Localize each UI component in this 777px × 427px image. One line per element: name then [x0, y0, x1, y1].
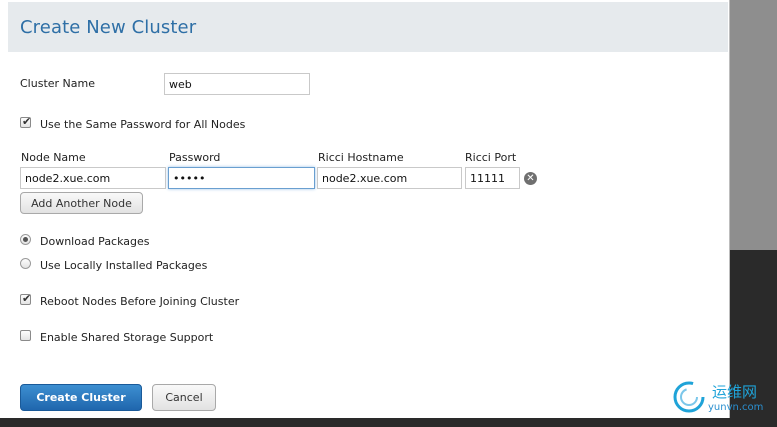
download-packages-label: Download Packages	[40, 235, 150, 248]
column-header-password: Password	[169, 151, 221, 164]
reboot-nodes-checkbox[interactable]: ✔	[20, 292, 32, 305]
watermark-url-text: yunvn.com	[708, 402, 764, 413]
column-header-ricci-hostname: Ricci Hostname	[318, 151, 404, 164]
ricci-port-input[interactable]	[465, 167, 520, 189]
node-name-input[interactable]	[20, 167, 166, 189]
cluster-name-label: Cluster Name	[20, 77, 95, 90]
radio-selected-dot	[23, 237, 28, 242]
cluster-name-input[interactable]	[164, 73, 310, 95]
add-another-node-button[interactable]: Add Another Node	[20, 192, 143, 214]
create-cluster-button[interactable]: Create Cluster	[20, 384, 142, 411]
column-header-ricci-port: Ricci Port	[465, 151, 517, 164]
local-packages-radio[interactable]	[20, 258, 31, 269]
local-packages-label: Use Locally Installed Packages	[40, 259, 208, 272]
checkmark-icon: ✔	[22, 292, 32, 305]
create-cluster-dialog: Create New Cluster Cluster Name ✔ Use th…	[0, 0, 730, 418]
dialog-title: Create New Cluster	[20, 17, 197, 38]
column-header-node-name: Node Name	[21, 151, 86, 164]
cancel-button[interactable]: Cancel	[152, 384, 216, 411]
checkmark-icon: ✔	[22, 115, 32, 128]
download-packages-radio[interactable]	[20, 234, 31, 245]
watermark-logo-icon	[673, 381, 705, 413]
same-password-checkbox[interactable]: ✔	[20, 115, 32, 128]
dialog-header: Create New Cluster	[8, 2, 728, 52]
node-password-input[interactable]	[168, 167, 315, 189]
shared-storage-checkbox[interactable]	[20, 330, 31, 341]
same-password-label: Use the Same Password for All Nodes	[40, 118, 246, 131]
shared-storage-label: Enable Shared Storage Support	[40, 331, 214, 344]
ricci-hostname-input[interactable]	[317, 167, 462, 189]
remove-node-icon[interactable]: ✕	[524, 172, 537, 185]
reboot-nodes-label: Reboot Nodes Before Joining Cluster	[40, 295, 240, 308]
watermark-chinese-text: 运维网	[712, 383, 758, 401]
